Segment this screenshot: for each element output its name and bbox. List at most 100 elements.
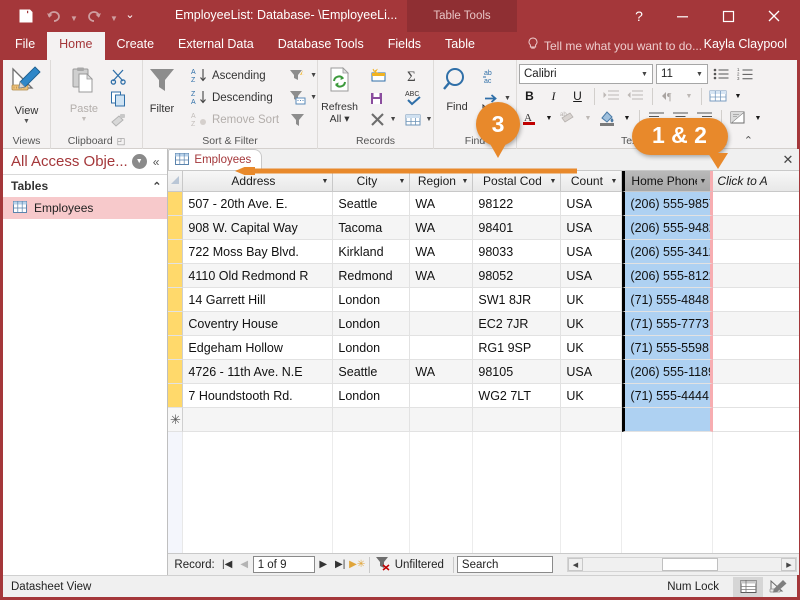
filter-status[interactable]: Unfiltered <box>373 556 450 574</box>
conditional-formatting-button[interactable] <box>728 108 749 128</box>
table-cell-address[interactable]: 4726 - 11th Ave. N.E <box>183 360 334 384</box>
table-cell-city[interactable]: London <box>333 336 411 360</box>
ribbon-tab-file[interactable]: File <box>3 32 47 60</box>
row-selector[interactable] <box>168 288 184 312</box>
table-cell-region[interactable] <box>410 384 474 408</box>
close-icon[interactable] <box>751 0 797 32</box>
chevron-down-icon[interactable]: ▼ <box>697 178 708 185</box>
horizontal-scrollbar[interactable]: ◀ ▶ <box>566 557 798 572</box>
table-cell-count[interactable]: UK <box>561 336 623 360</box>
redo-icon[interactable] <box>81 4 107 28</box>
table-cell-region[interactable]: WA <box>410 192 474 216</box>
table-cell-home-phone[interactable]: (71) 555-4444 <box>622 384 714 408</box>
new-row-cell[interactable] <box>333 408 411 432</box>
row-selector[interactable] <box>168 192 184 216</box>
delete-dropdown-icon[interactable]: ▼ <box>390 116 397 123</box>
new-record-row[interactable]: ✳ <box>168 408 800 432</box>
table-cell-postal-cod[interactable]: SW1 8JR <box>473 288 562 312</box>
ribbon-tab-table[interactable]: Table <box>433 32 487 60</box>
text-direction-dropdown-icon[interactable]: ▼ <box>683 86 695 106</box>
table-cell-click-to-a[interactable] <box>713 192 800 216</box>
ribbon-tab-fields[interactable]: Fields <box>376 32 433 60</box>
new-row-cell[interactable] <box>561 408 623 432</box>
table-cell-count[interactable]: UK <box>561 288 623 312</box>
table-cell-click-to-a[interactable] <box>713 240 800 264</box>
table-cell-postal-cod[interactable]: 98105 <box>473 360 562 384</box>
filter-button[interactable]: Filter <box>140 64 184 115</box>
first-record-icon[interactable]: |◀ <box>219 559 236 570</box>
table-cell-region[interactable] <box>410 312 474 336</box>
table-cell-address[interactable]: Edgeham Hollow <box>183 336 334 360</box>
conditional-formatting-dropdown-icon[interactable]: ▼ <box>752 108 764 128</box>
table-cell-region[interactable]: WA <box>410 216 474 240</box>
maximize-icon[interactable] <box>705 0 751 32</box>
sort-ascending-button[interactable]: AZ Ascending <box>188 65 282 86</box>
tell-me-search[interactable]: Tell me what you want to do... <box>527 37 702 54</box>
chevron-down-icon[interactable]: ▼ <box>319 178 330 185</box>
double-chevron-left-icon[interactable]: « <box>151 155 162 169</box>
font-color-dropdown-icon[interactable]: ▼ <box>543 108 555 128</box>
table-cell-home-phone[interactable]: (71) 555-4848 <box>622 288 714 312</box>
scroll-left-icon[interactable]: ◀ <box>567 558 583 571</box>
table-cell-click-to-a[interactable] <box>713 312 800 336</box>
view-dropdown-icon[interactable]: ▼ <box>23 118 30 125</box>
search-input[interactable]: Search <box>456 556 553 573</box>
table-row[interactable]: 14 Garrett Hill London SW1 8JR UK (71) 555-4… <box>168 288 800 312</box>
table-cell-address[interactable]: Coventry House <box>183 312 334 336</box>
go-to-dropdown-icon[interactable]: ▼ <box>504 95 511 102</box>
new-record-icon[interactable]: ▶✳ <box>349 559 366 570</box>
ribbon-tab-database-tools[interactable]: Database Tools <box>266 32 376 60</box>
customize-quick-access-toolbar-icon[interactable]: ⌄ <box>121 8 139 25</box>
sort-descending-button[interactable]: ZA Descending <box>188 87 282 108</box>
table-row[interactable]: 4726 - 11th Ave. N.E Seattle WA 98105 USA (20… <box>168 360 800 384</box>
select-all-corner[interactable] <box>168 171 184 192</box>
help-button[interactable]: ? <box>619 0 659 32</box>
design-view-icon[interactable] <box>763 577 793 597</box>
new-row-cell[interactable] <box>410 408 474 432</box>
table-cell-click-to-a[interactable] <box>713 360 800 384</box>
font-name-combo[interactable]: Calibri ▼ <box>519 64 653 84</box>
table-row[interactable]: Coventry House London EC2 7JR UK (71) 555-77… <box>168 312 800 336</box>
text-highlight-dropdown-icon[interactable]: ▼ <box>582 108 594 128</box>
table-cell-count[interactable]: USA <box>561 192 623 216</box>
navigation-group-tables[interactable]: Tables ⌃ <box>3 175 168 197</box>
table-cell-region[interactable]: WA <box>410 240 474 264</box>
table-cell-home-phone[interactable]: (206) 555-9482 <box>622 216 714 240</box>
numbered-list-button[interactable]: 123 <box>735 64 756 84</box>
paste-dropdown-icon[interactable]: ▼ <box>81 116 88 123</box>
undo-icon[interactable] <box>41 4 67 28</box>
table-cell-region[interactable] <box>410 288 474 312</box>
replace-button[interactable]: ab ac <box>480 66 514 87</box>
table-cell-count[interactable]: UK <box>561 384 623 408</box>
clipboard-dialog-launcher[interactable]: ◰ <box>117 134 126 149</box>
table-cell-home-phone[interactable]: (206) 555-9857 <box>622 192 714 216</box>
minimize-icon[interactable] <box>659 0 705 32</box>
save-icon[interactable] <box>13 4 39 28</box>
table-cell-home-phone[interactable]: (206) 555-3412 <box>622 240 714 264</box>
row-selector[interactable] <box>168 264 184 288</box>
table-cell-postal-cod[interactable]: 98052 <box>473 264 562 288</box>
close-document-icon[interactable]: ✕ <box>783 152 794 168</box>
bulleted-list-button[interactable] <box>711 64 732 84</box>
table-cell-address[interactable]: 7 Houndstooth Rd. <box>183 384 334 408</box>
remove-sort-button[interactable]: AZ Remove Sort <box>188 109 282 130</box>
new-record-button[interactable] <box>366 65 400 86</box>
table-cell-count[interactable]: USA <box>561 264 623 288</box>
table-cell-postal-cod[interactable]: 98122 <box>473 192 562 216</box>
background-color-button[interactable] <box>597 108 618 128</box>
save-record-button[interactable] <box>366 87 400 108</box>
table-cell-count[interactable]: USA <box>561 216 623 240</box>
table-cell-postal-cod[interactable]: WG2 7LT <box>473 384 562 408</box>
table-cell-postal-cod[interactable]: 98033 <box>473 240 562 264</box>
table-cell-postal-cod[interactable]: 98401 <box>473 216 562 240</box>
scrollbar-thumb[interactable] <box>662 558 718 571</box>
column-header-home-phone[interactable]: Home Phone ▼ <box>622 171 714 192</box>
table-cell-click-to-a[interactable] <box>713 384 800 408</box>
row-selector[interactable] <box>168 360 184 384</box>
new-row-cell-home-phone[interactable] <box>622 408 714 432</box>
table-cell-home-phone[interactable]: (71) 555-5598 <box>622 336 714 360</box>
row-selector[interactable] <box>168 384 184 408</box>
table-cell-address[interactable]: 722 Moss Bay Blvd. <box>183 240 334 264</box>
italic-button[interactable]: I <box>543 86 564 106</box>
row-selector[interactable] <box>168 216 184 240</box>
